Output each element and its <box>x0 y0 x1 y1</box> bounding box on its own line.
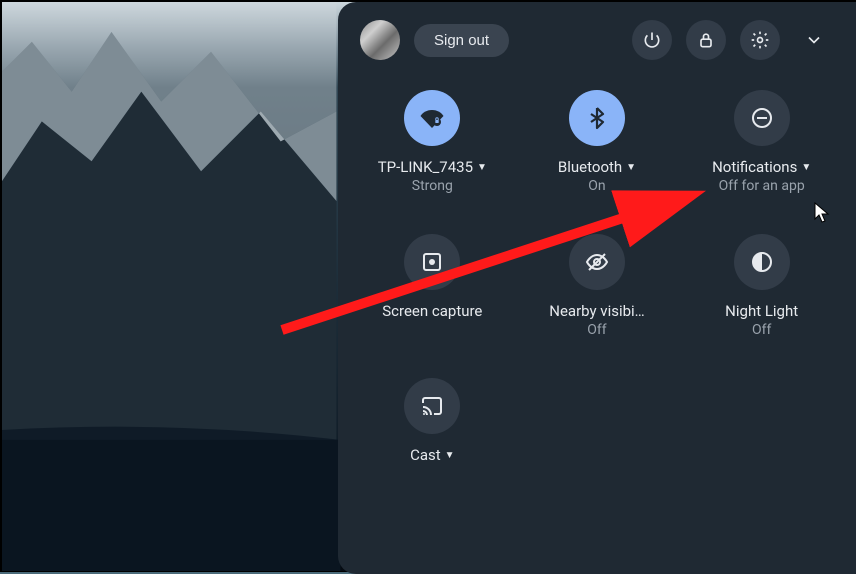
bluetooth-icon <box>585 106 609 130</box>
collapse-button[interactable] <box>794 20 834 60</box>
chevron-down-icon: ▼ <box>801 162 811 173</box>
settings-button[interactable] <box>740 20 780 60</box>
screen-capture-tile[interactable]: Screen capture <box>360 234 505 338</box>
notifications-tile[interactable]: Notifications▼ Off for an app <box>689 90 834 194</box>
night-light-tile[interactable]: Night Light Off <box>689 234 834 338</box>
visibility-off-icon <box>585 250 609 274</box>
sign-out-button[interactable]: Sign out <box>414 24 509 57</box>
wifi-status: Strong <box>412 178 453 194</box>
bluetooth-tile[interactable]: Bluetooth▼ On <box>525 90 670 194</box>
nearby-visibility-label: Nearby visibi… <box>549 302 644 320</box>
nearby-visibility-status: Off <box>587 322 606 338</box>
power-icon <box>642 30 662 50</box>
bluetooth-status: On <box>588 178 605 194</box>
night-light-status: Off <box>752 322 771 338</box>
bluetooth-label[interactable]: Bluetooth▼ <box>558 158 636 176</box>
bluetooth-toggle[interactable] <box>569 90 625 146</box>
user-avatar[interactable] <box>360 20 400 60</box>
wifi-tile[interactable]: TP-LINK_7435▼ Strong <box>360 90 505 194</box>
night-light-icon <box>750 250 774 274</box>
night-light-label: Night Light <box>725 302 798 320</box>
screen-capture-button[interactable] <box>404 234 460 290</box>
wifi-toggle[interactable] <box>404 90 460 146</box>
night-light-toggle[interactable] <box>734 234 790 290</box>
chevron-down-icon: ▼ <box>626 162 636 173</box>
power-button[interactable] <box>632 20 672 60</box>
chevron-down-icon <box>804 30 824 50</box>
screen-capture-icon <box>420 250 444 274</box>
cast-tile[interactable]: Cast▼ <box>360 378 505 464</box>
gear-icon <box>750 30 770 50</box>
quick-settings-panel: Sign out TP-LINK_7435▼ Strong Bluetooth <box>338 2 856 574</box>
screen-capture-label: Screen capture <box>382 302 482 320</box>
do-not-disturb-icon <box>750 106 774 130</box>
notifications-status: Off for an app <box>719 178 805 194</box>
notifications-toggle[interactable] <box>734 90 790 146</box>
quick-settings-grid: TP-LINK_7435▼ Strong Bluetooth▼ On Notif… <box>360 90 834 464</box>
panel-header: Sign out <box>360 20 834 60</box>
lock-icon <box>696 30 716 50</box>
cast-label[interactable]: Cast▼ <box>410 446 454 464</box>
chevron-down-icon: ▼ <box>445 450 455 461</box>
cast-button[interactable] <box>404 378 460 434</box>
nearby-visibility-tile[interactable]: Nearby visibi… Off <box>525 234 670 338</box>
notifications-label[interactable]: Notifications▼ <box>712 158 811 176</box>
cast-icon <box>420 394 444 418</box>
chevron-down-icon: ▼ <box>477 162 487 173</box>
nearby-visibility-toggle[interactable] <box>569 234 625 290</box>
wifi-label[interactable]: TP-LINK_7435▼ <box>378 158 487 176</box>
lock-button[interactable] <box>686 20 726 60</box>
wifi-icon <box>420 106 444 130</box>
